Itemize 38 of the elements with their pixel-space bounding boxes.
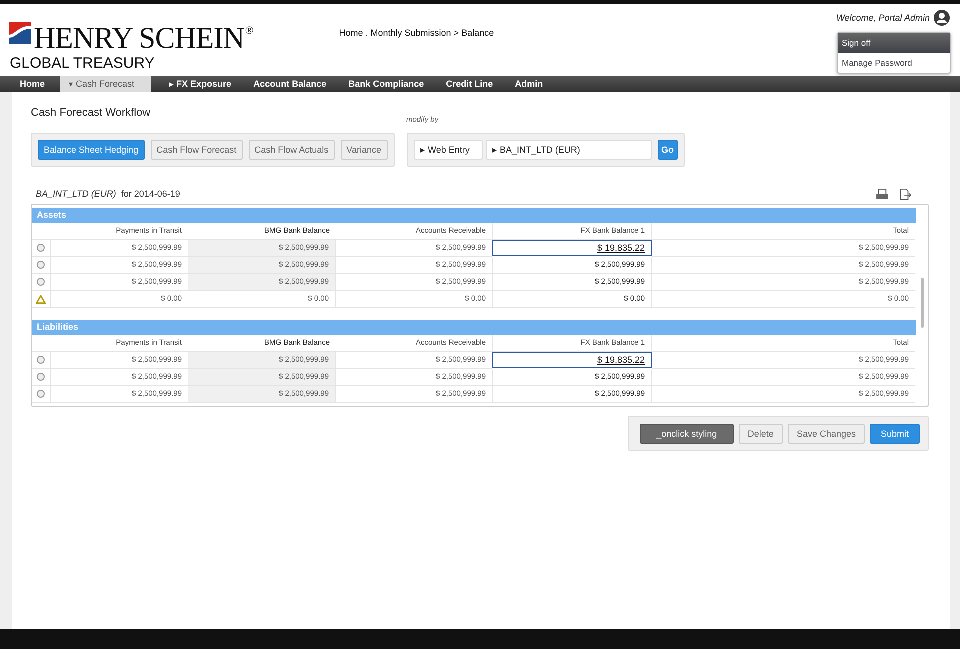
welcome-text: Welcome, Portal Admin	[836, 13, 930, 23]
nav-item[interactable]: Admin	[504, 76, 554, 92]
section-header: Assets	[32, 208, 916, 223]
workflow-tab[interactable]: Cash Flow Forecast	[150, 140, 243, 160]
menu-item[interactable]: Manage Password	[838, 53, 950, 73]
row-radio[interactable]	[37, 261, 45, 269]
workflow-tab[interactable]: Variance	[340, 140, 388, 160]
action-button[interactable]: Delete	[738, 424, 783, 444]
entity-dropdown[interactable]: ▸ BA_INT_LTD (EUR)	[486, 140, 652, 160]
menu-item[interactable]: Sign off	[838, 33, 950, 53]
action-button[interactable]: Save Changes	[788, 424, 865, 444]
workflow-tab[interactable]: Cash Flow Actuals	[248, 140, 335, 160]
scrollbar-thumb[interactable]	[921, 278, 924, 328]
source-dropdown[interactable]: ▸ Web Entry	[414, 140, 482, 160]
brand-subtitle: GLOBAL TREASURY	[10, 55, 156, 72]
export-icon[interactable]	[899, 188, 912, 200]
row-radio[interactable]	[37, 356, 45, 364]
section-header: Liabilities	[32, 320, 916, 335]
nav-item[interactable]: ▾ Cash Forecast	[60, 76, 151, 92]
row-radio[interactable]	[37, 373, 45, 381]
row-radio[interactable]	[37, 278, 45, 286]
nav-item[interactable]: ▸ FX Exposure	[158, 76, 243, 92]
user-icon[interactable]	[934, 10, 950, 26]
nav-item[interactable]: Bank Compliance	[338, 76, 436, 92]
nav-item[interactable]: Home	[9, 76, 56, 92]
amount-input[interactable]: $ 19,835.22	[492, 240, 652, 256]
row-radio[interactable]	[37, 390, 45, 398]
table-subtitle: BA_INT_LTD (EUR) for 2014-06-19	[36, 189, 180, 199]
nav-item[interactable]: Account Balance	[242, 76, 338, 92]
action-button[interactable]: _onclick styling	[640, 424, 734, 444]
breadcrumb: Home . Monthly Submission > Balance	[339, 28, 494, 38]
printer-icon[interactable]	[876, 188, 889, 200]
row-radio[interactable]	[37, 244, 45, 252]
logo-icon	[9, 22, 31, 44]
brand-name: HENRY SCHEIN$^{®}$	[34, 21, 254, 54]
amount-input[interactable]: $ 19,835.22	[492, 352, 652, 368]
section-title: Cash Forecast Workflow	[31, 107, 152, 119]
nav-item[interactable]: Credit Line	[435, 76, 504, 92]
